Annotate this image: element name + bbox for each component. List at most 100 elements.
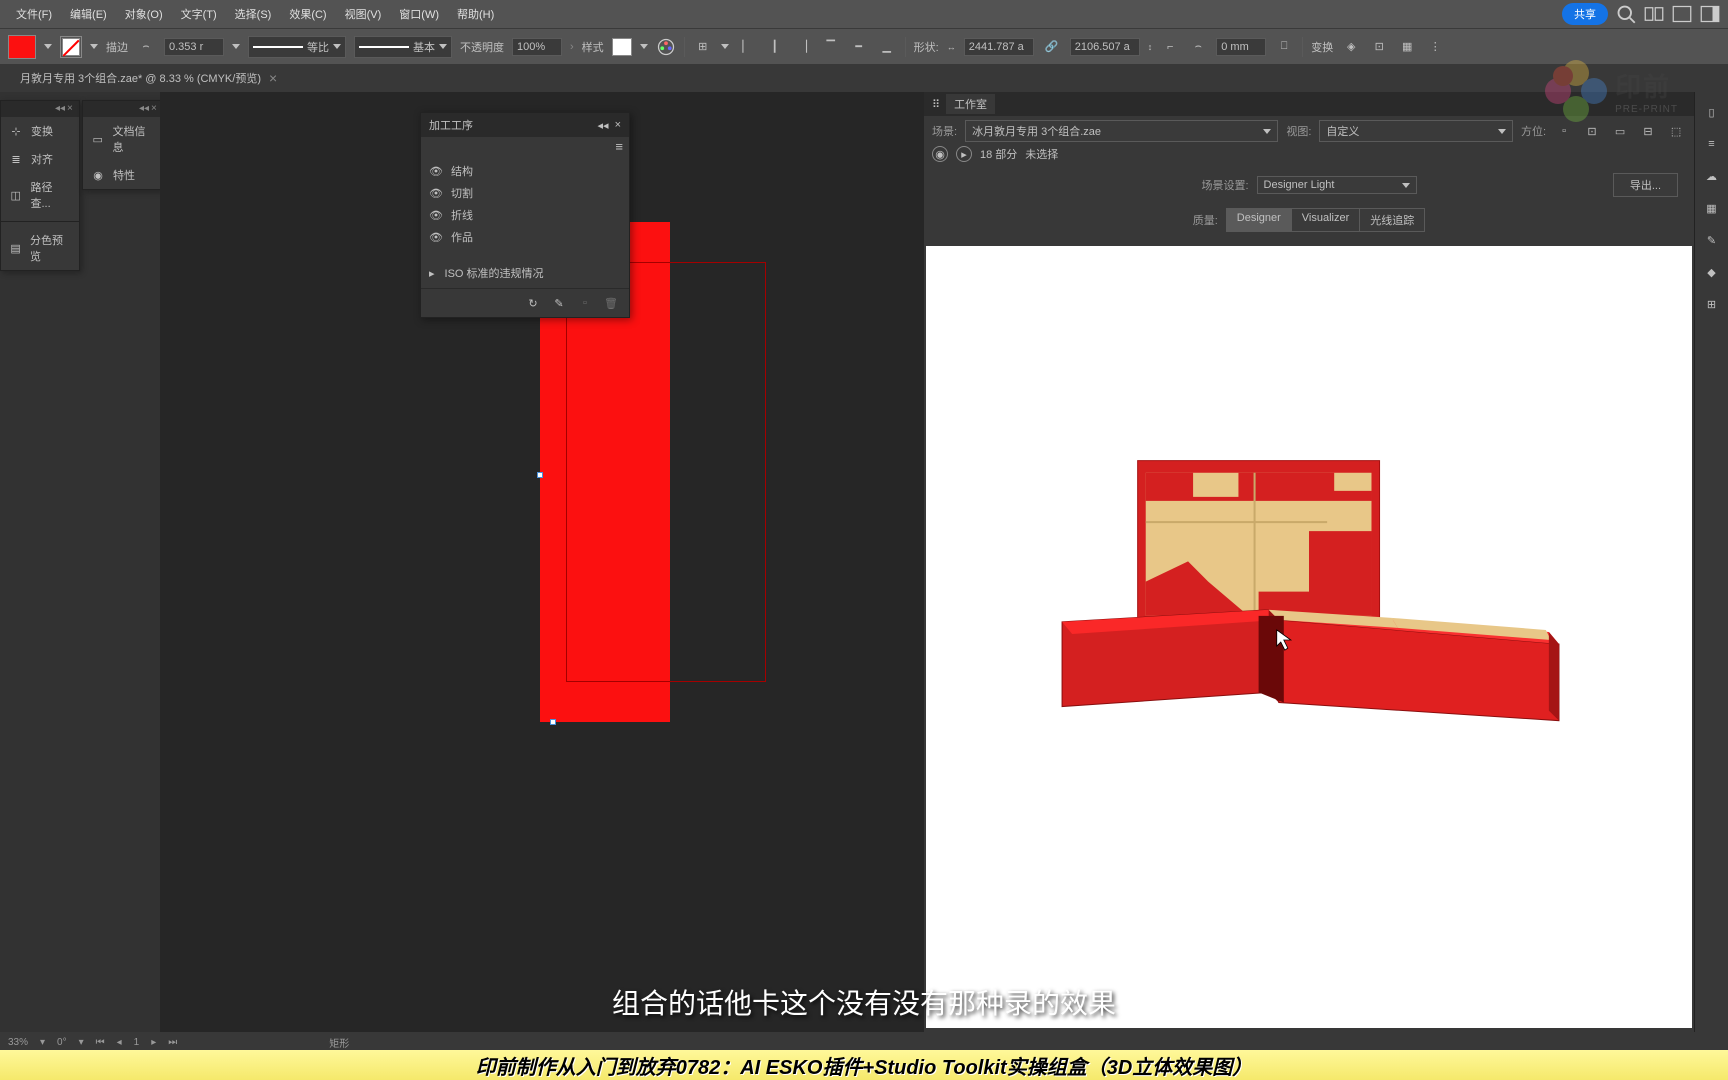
menu-help[interactable]: 帮助(H) xyxy=(449,2,502,26)
scene-dropdown[interactable]: 冰月敦月专用 3个组合.zae xyxy=(965,120,1278,142)
eye-icon[interactable]: 👁 xyxy=(429,187,441,199)
link-corners-icon[interactable]: ⌢ xyxy=(1188,37,1208,57)
rotation-angle[interactable]: 0° xyxy=(57,1037,67,1048)
panel-menu-icon[interactable]: ≡ xyxy=(615,139,623,154)
graphic-style-swatch[interactable] xyxy=(612,38,632,56)
menu-object[interactable]: 对象(O) xyxy=(117,2,171,26)
menu-file[interactable]: 文件(F) xyxy=(8,2,60,26)
close-icon[interactable]: × xyxy=(151,105,159,113)
artboard-number[interactable]: 1 xyxy=(134,1037,140,1048)
brush-dropdown[interactable]: 基本 xyxy=(354,36,452,58)
more-icon[interactable]: ⋮ xyxy=(1425,37,1445,57)
arrange-icon[interactable]: ▦ xyxy=(1397,37,1417,57)
align-top-icon[interactable]: ▔ xyxy=(821,37,841,57)
panel-grip-icon[interactable]: ⠿ xyxy=(932,98,940,111)
quality-raytrace[interactable]: 光线追踪 xyxy=(1360,209,1424,231)
stroke-dropdown-icon[interactable] xyxy=(90,44,98,49)
search-icon[interactable] xyxy=(1616,4,1636,24)
isolate-icon[interactable]: ◈ xyxy=(1341,37,1361,57)
fill-dropdown-icon[interactable] xyxy=(44,44,52,49)
stroke-weight-dropdown-icon[interactable] xyxy=(232,44,240,49)
artboard-nav-last-icon[interactable]: ⏭ xyxy=(168,1037,177,1048)
layers-icon[interactable]: ≡ xyxy=(1702,134,1722,154)
view-persp-icon[interactable]: ⬚ xyxy=(1666,121,1686,141)
menu-edit[interactable]: 编辑(E) xyxy=(62,2,115,26)
eye-icon[interactable]: 👁 xyxy=(429,209,441,221)
link-icon[interactable]: ⌢ xyxy=(136,37,156,57)
align-center-v-icon[interactable]: ━ xyxy=(849,37,869,57)
menu-select[interactable]: 选择(S) xyxy=(227,2,280,26)
close-icon[interactable]: × xyxy=(67,105,75,113)
menu-text[interactable]: 文字(T) xyxy=(173,2,225,26)
fill-swatch[interactable] xyxy=(8,35,36,59)
studio-tab[interactable]: 工作室 xyxy=(946,94,995,114)
close-icon[interactable]: × xyxy=(269,70,277,86)
canvas[interactable]: 加工工序 ◂◂× ≡ 👁结构 👁切割 👁折线 👁作品 ▸ISO 标准的违规情况 … xyxy=(160,92,924,1052)
corner-type-icon[interactable]: ⎕ xyxy=(1274,37,1294,57)
height-input[interactable] xyxy=(1070,38,1140,56)
libraries-icon[interactable]: ☁ xyxy=(1702,166,1722,186)
view-front-icon[interactable]: ▫ xyxy=(1554,121,1574,141)
align-right-icon[interactable]: ▕ xyxy=(793,37,813,57)
selection-handle[interactable] xyxy=(550,719,556,725)
layout-icon[interactable] xyxy=(1672,4,1692,24)
properties-icon[interactable]: ▯ xyxy=(1702,102,1722,122)
align-left-icon[interactable]: ▏ xyxy=(737,37,757,57)
prev-button[interactable]: ◉ xyxy=(932,146,948,162)
link-wh-icon[interactable]: 🔗 xyxy=(1042,37,1062,57)
edit-icon[interactable]: ✎ xyxy=(549,293,569,313)
panel-item-transform[interactable]: ⊹变换 xyxy=(1,117,79,145)
corner-radius-input[interactable] xyxy=(1216,38,1266,56)
width-input[interactable] xyxy=(964,38,1034,56)
quality-visualizer[interactable]: Visualizer xyxy=(1292,209,1361,231)
scene-settings-dropdown[interactable]: Designer Light xyxy=(1257,176,1417,194)
panel-item-separation[interactable]: ▤分色预览 xyxy=(1,226,79,270)
chevron-down-icon[interactable]: ▾ xyxy=(79,1037,84,1048)
close-icon[interactable]: × xyxy=(615,119,621,132)
menu-window[interactable]: 窗口(W) xyxy=(391,2,447,26)
layer-artwork[interactable]: 👁作品 xyxy=(421,226,629,248)
quality-designer[interactable]: Designer xyxy=(1227,209,1292,231)
symbols-icon[interactable]: ◆ xyxy=(1702,262,1722,282)
stroke-weight-input[interactable] xyxy=(164,38,224,56)
more-icon[interactable]: ⊞ xyxy=(1702,294,1722,314)
view-top-icon[interactable]: ⊡ xyxy=(1582,121,1602,141)
view-side-icon[interactable]: ▭ xyxy=(1610,121,1630,141)
collapse-icon[interactable]: ◂◂ xyxy=(55,105,63,113)
export-button[interactable]: 导出... xyxy=(1613,173,1678,197)
refresh-icon[interactable]: ↻ xyxy=(523,293,543,313)
artboard-nav-prev-icon[interactable]: ◂ xyxy=(117,1037,122,1048)
stroke-swatch-container[interactable] xyxy=(60,36,82,58)
selection-handle[interactable] xyxy=(537,472,543,478)
align-center-h-icon[interactable]: ┃ xyxy=(765,37,785,57)
swatches-icon[interactable]: ▦ xyxy=(1702,198,1722,218)
share-button[interactable]: 共享 xyxy=(1562,3,1608,25)
artboard-nav-first-icon[interactable]: ⏮ xyxy=(96,1037,105,1048)
arrange-icon[interactable] xyxy=(1644,4,1664,24)
viewport-3d[interactable] xyxy=(926,246,1692,1028)
menu-effect[interactable]: 效果(C) xyxy=(281,2,334,26)
panel-item-docinfo[interactable]: ▭文档信息 xyxy=(83,117,163,161)
zoom-level[interactable]: 33% xyxy=(8,1037,28,1048)
panel-item-attributes[interactable]: ◉特性 xyxy=(83,161,163,189)
panel-item-align[interactable]: ≣对齐 xyxy=(1,145,79,173)
view-dropdown[interactable]: 自定义 xyxy=(1319,120,1513,142)
align-dropdown-icon[interactable] xyxy=(721,44,729,49)
transform-label[interactable]: 变换 xyxy=(1311,39,1333,55)
recolor-icon[interactable] xyxy=(656,37,676,57)
layer-fold[interactable]: 👁折线 xyxy=(421,204,629,226)
dock-icon[interactable] xyxy=(1700,4,1720,24)
collapse-icon[interactable]: ◂◂ xyxy=(598,119,609,132)
eye-icon[interactable]: 👁 xyxy=(429,231,441,243)
menu-view[interactable]: 视图(V) xyxy=(337,2,390,26)
opacity-input[interactable] xyxy=(512,38,562,56)
transform-each-icon[interactable]: ⊡ xyxy=(1369,37,1389,57)
layer-structure[interactable]: 👁结构 xyxy=(421,160,629,182)
delete-icon[interactable]: 🗑 xyxy=(601,293,621,313)
style-dropdown-icon[interactable] xyxy=(640,44,648,49)
iso-violations[interactable]: ▸ISO 标准的违规情况 xyxy=(421,262,629,284)
new-icon[interactable]: ▫ xyxy=(575,293,595,313)
play-button[interactable]: ▸ xyxy=(956,146,972,162)
variable-width-dropdown[interactable]: 等比 xyxy=(248,36,346,58)
align-icon[interactable]: ⊞ xyxy=(693,37,713,57)
